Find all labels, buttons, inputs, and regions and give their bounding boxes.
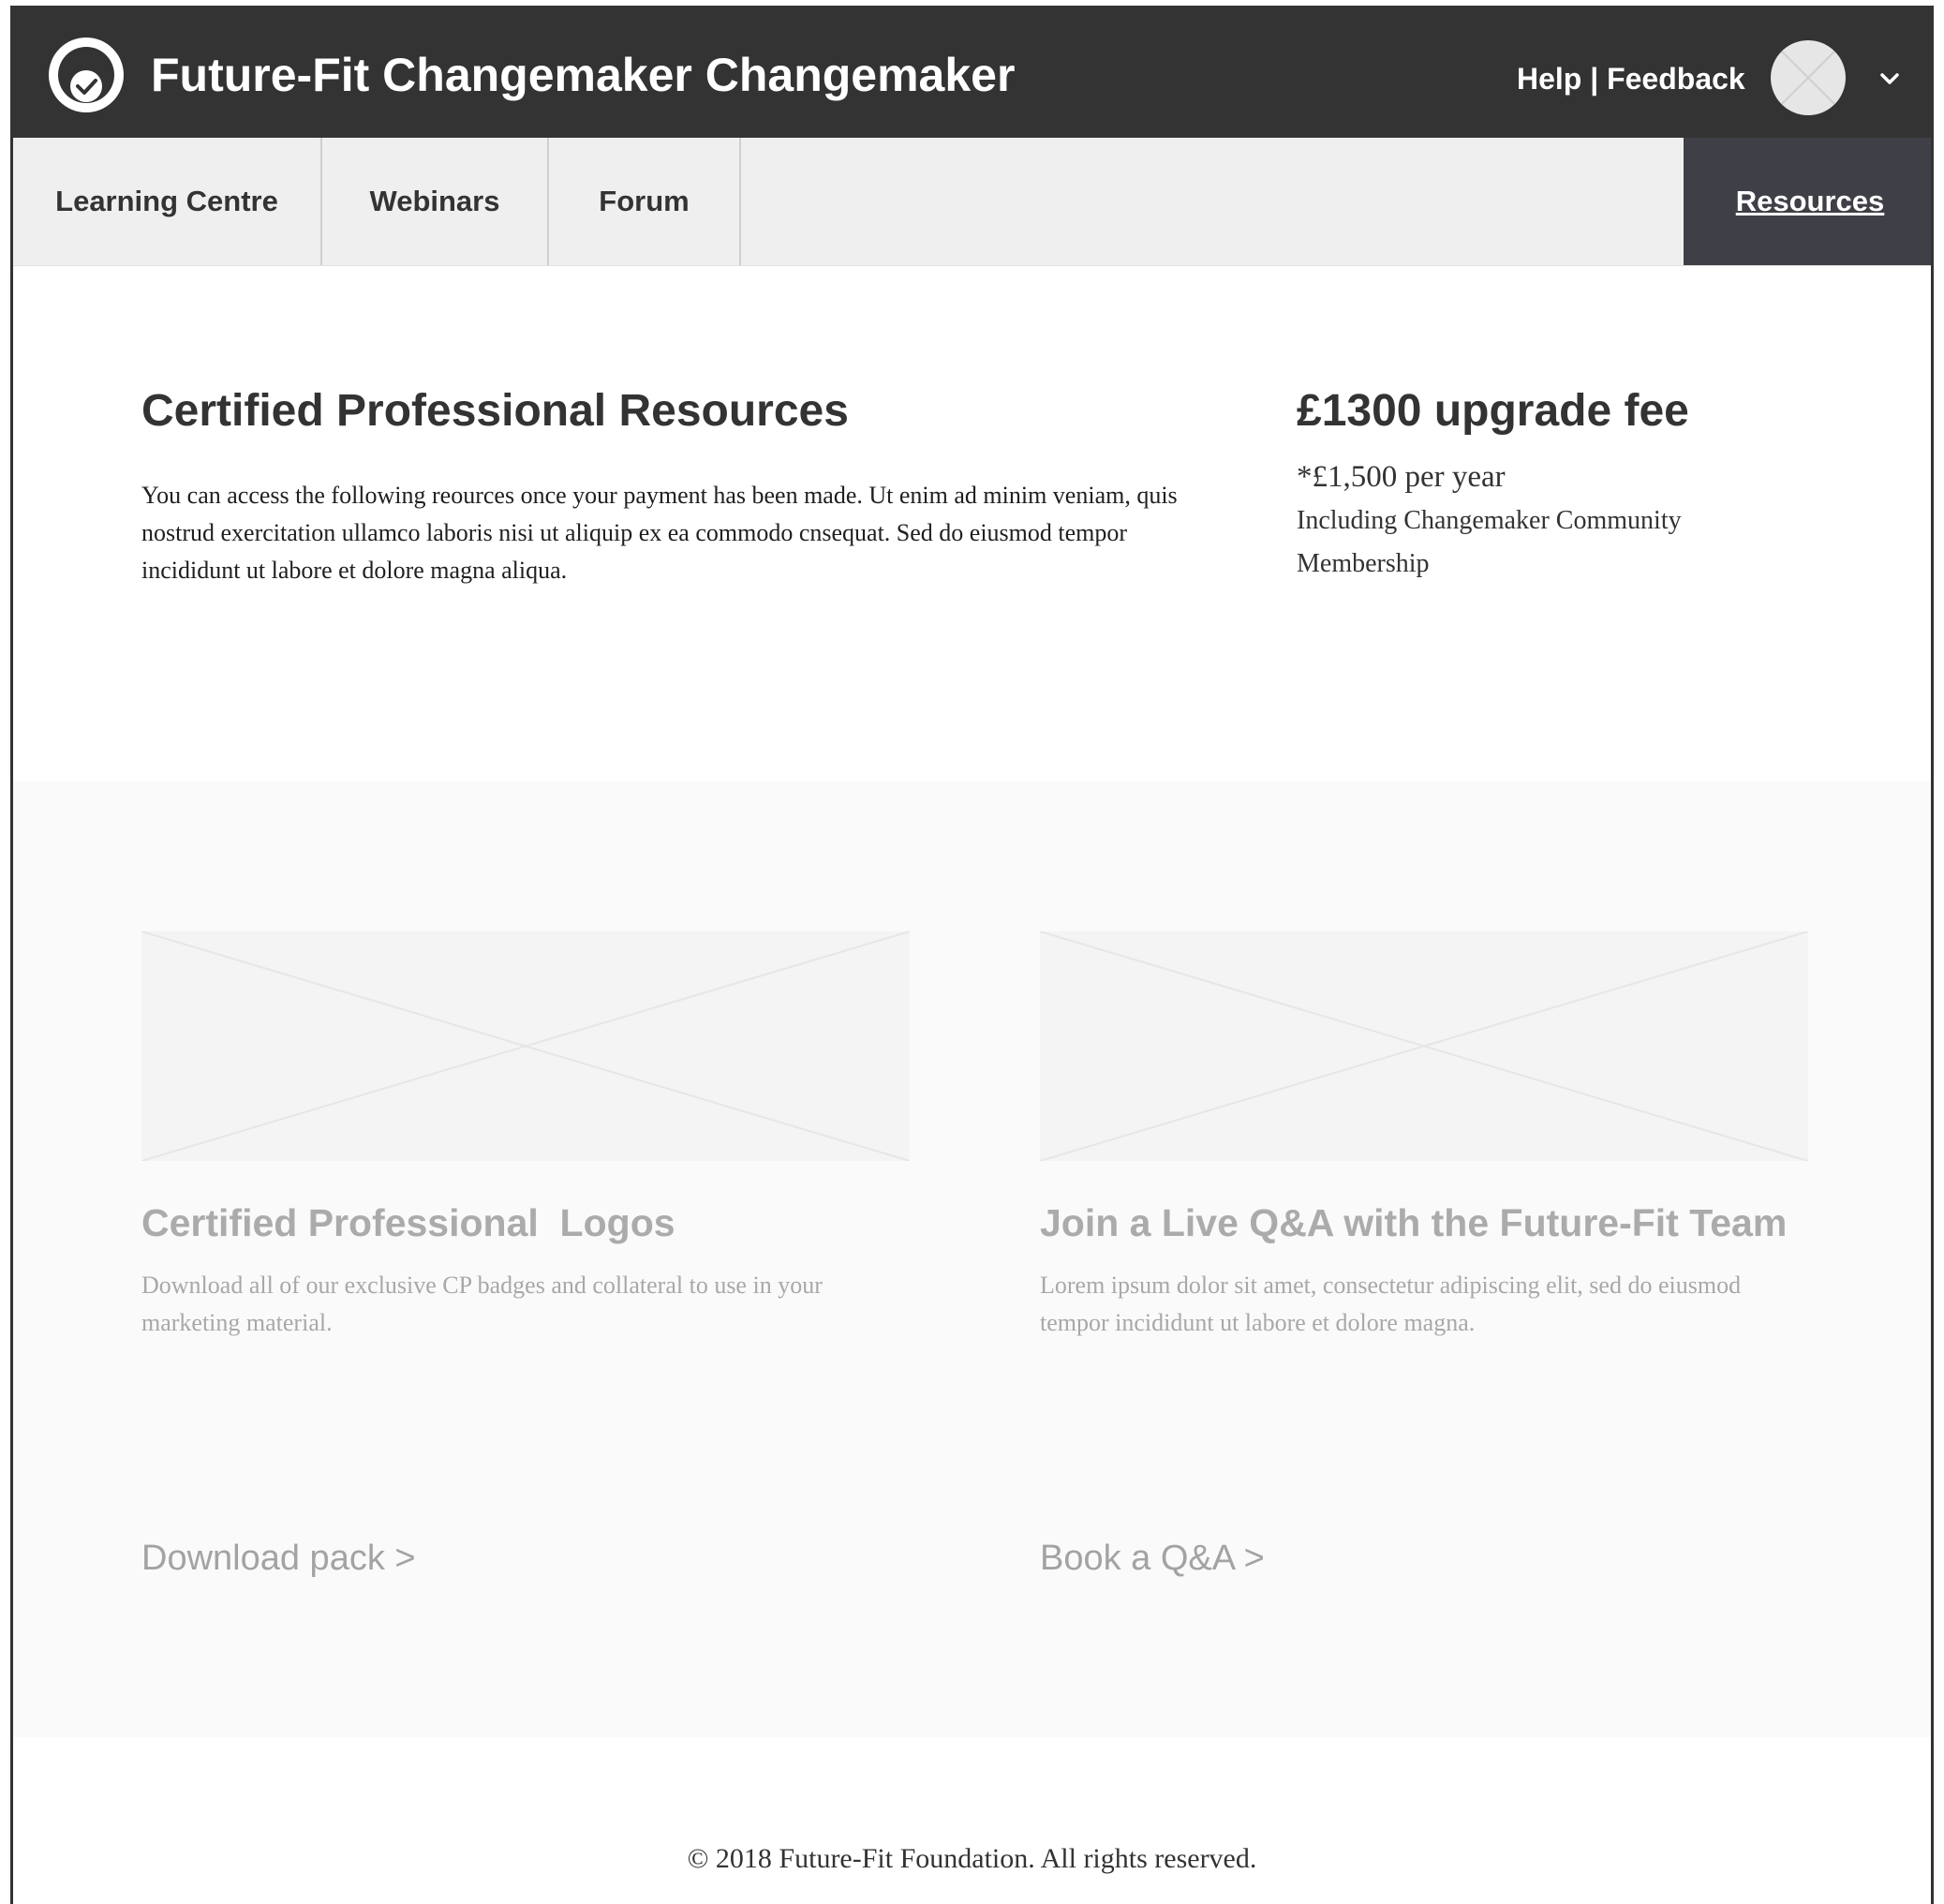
resource-card-qa: Join a Live Q&A with the Future-Fit Team… [1039, 781, 1809, 1737]
card-title: Join a Live Q&A with the Future-Fit Team [1040, 1201, 1788, 1244]
book-qa-link[interactable]: Book a Q&A > [1040, 1536, 1265, 1581]
feedback-link[interactable]: Feedback [1607, 62, 1745, 96]
tab-resources[interactable]: Resources [1684, 138, 1931, 265]
main-nav: Learning Centre Webinars Forum Resources [13, 138, 1931, 266]
download-pack-link[interactable]: Download pack > [141, 1536, 416, 1581]
app-title: Future-Fit Changemaker Changemaker [151, 49, 1016, 101]
help-link[interactable]: Help [1517, 62, 1581, 96]
help-feedback-links: Help | Feedback [1517, 60, 1745, 97]
annual-price: *£1,500 per year [1297, 460, 1506, 494]
check-circle-logo-icon[interactable] [49, 37, 124, 112]
link-separator: | [1590, 62, 1599, 96]
footer-copyright: © 2018 Future-Fit Foundation. All rights… [687, 1843, 1257, 1874]
avatar-placeholder-icon[interactable] [1771, 40, 1846, 115]
page-title: Certified Professional Resources [141, 386, 849, 436]
intro-description: You can access the following reources on… [141, 482, 1178, 584]
tab-webinars[interactable]: Webinars [322, 138, 549, 265]
upgrade-fee-title: £1300 upgrade fee [1297, 386, 1689, 436]
image-placeholder-icon [141, 930, 911, 1162]
chevron-down-icon[interactable] [1877, 70, 1902, 87]
tab-forum[interactable]: Forum [549, 138, 741, 265]
resources-cards-section: Certified Professional Logos Download al… [13, 781, 1931, 1737]
image-placeholder-icon [1039, 930, 1809, 1162]
card-title: Certified Professional Logos [141, 1201, 675, 1244]
card-description: Lorem ipsum dolor sit amet, consectetur … [1040, 1272, 1742, 1336]
price-note: Including Changemaker Community Membersh… [1297, 506, 1682, 578]
card-description: Download all of our exclusive CP badges … [141, 1272, 823, 1336]
page-frame: Future-Fit Changemaker Changemaker Help … [10, 6, 1934, 1904]
resource-card-logos: Certified Professional Logos Download al… [141, 781, 911, 1737]
tab-learning-centre[interactable]: Learning Centre [13, 138, 322, 265]
top-bar: Future-Fit Changemaker Changemaker Help … [13, 8, 1931, 138]
